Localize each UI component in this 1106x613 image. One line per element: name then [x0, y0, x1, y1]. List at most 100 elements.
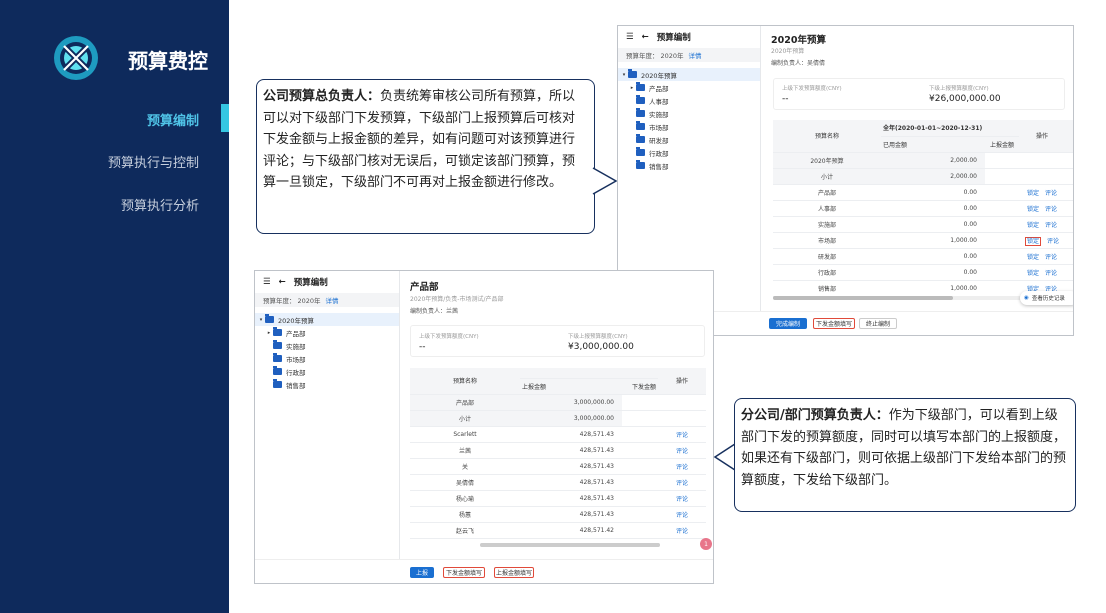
- row-overflow-cell: [1065, 232, 1073, 249]
- comment-link[interactable]: 评论: [676, 528, 688, 535]
- nav-item-budget-control[interactable]: 预算执行与控制: [108, 152, 199, 171]
- lock-link[interactable]: 锁定: [1024, 236, 1041, 246]
- caret-down-icon[interactable]: ▾: [257, 317, 265, 323]
- comment-link[interactable]: 评论: [1047, 238, 1059, 245]
- tree-item-label: 销售部: [286, 381, 306, 390]
- callout-top-pointer: [592, 167, 618, 195]
- row-name: 行政部: [773, 264, 881, 281]
- tree-item-label: 市场部: [286, 355, 306, 364]
- department-tree: ▾ 2020年预算 ▸ 产品部人事部实施部 市场部研发部 行政部 销售部: [618, 62, 760, 172]
- detail-link[interactable]: 详情: [689, 50, 702, 60]
- table-row: 市场部 1,000.00 锁定 评论: [773, 232, 1073, 249]
- tree-item[interactable]: 市场部: [255, 352, 399, 365]
- screenshot-department-budget: ☰ ← 预算编制 预算年度： 2020年 详情 ▾ 2020年预算 ▸ 产品部 实施部 市场部 行政…: [254, 270, 714, 584]
- comment-link[interactable]: 评论: [1045, 190, 1057, 197]
- folder-icon: [273, 353, 282, 362]
- row-amount: 1,000.00: [881, 280, 985, 297]
- report-button[interactable]: 上报: [410, 567, 434, 578]
- lock-link[interactable]: 锁定: [1027, 206, 1039, 213]
- row-amount: 0.00: [881, 184, 985, 201]
- owner-line: 编制负责人：兰茜: [410, 306, 458, 315]
- row-empty-cell[interactable]: [622, 506, 658, 523]
- lock-link[interactable]: 锁定: [1027, 222, 1039, 229]
- finish-button[interactable]: 完成编制: [769, 318, 807, 329]
- back-arrow-icon[interactable]: ←: [279, 277, 286, 287]
- tree-item[interactable]: 市场部: [618, 120, 760, 133]
- comment-link[interactable]: 评论: [1045, 254, 1057, 261]
- table-scrollbar[interactable]: [480, 543, 660, 547]
- tree-item-label: 实施部: [286, 342, 306, 351]
- comment-link[interactable]: 评论: [676, 512, 688, 519]
- comment-link[interactable]: 评论: [676, 464, 688, 471]
- tree-item[interactable]: ▸ 产品部: [618, 81, 760, 94]
- comment-link[interactable]: 评论: [676, 496, 688, 503]
- caret-right-icon[interactable]: ▸: [628, 85, 636, 91]
- tree-item-label: 实施部: [649, 110, 669, 119]
- row-empty-cell[interactable]: [622, 490, 658, 507]
- nav-item-budget-compile[interactable]: 预算编制: [147, 110, 199, 129]
- tree-item[interactable]: 实施部: [618, 107, 760, 120]
- caret-down-icon[interactable]: ▾: [620, 72, 628, 78]
- comment-link[interactable]: 评论: [676, 480, 688, 487]
- lock-link[interactable]: 锁定: [1027, 254, 1039, 261]
- reported-label: 下级上报预算额度(CNY): [568, 334, 628, 340]
- comment-link[interactable]: 评论: [1045, 270, 1057, 277]
- row-overflow-cell: [1065, 152, 1073, 169]
- back-arrow-icon[interactable]: ←: [642, 32, 649, 42]
- nav-item-budget-analysis[interactable]: 预算执行分析: [121, 195, 199, 214]
- row-empty-cell[interactable]: [622, 394, 658, 411]
- row-actions: 锁定 评论: [1019, 248, 1065, 265]
- send-amount-button[interactable]: 下发金额填写: [443, 567, 485, 578]
- tree-item[interactable]: 销售部: [255, 378, 399, 391]
- row-actions: 评论: [658, 442, 706, 459]
- callout-top-body: 负责统筹审核公司所有预算，所以可以对下级部门下发预算，下级部门上报预算后可核对下…: [263, 89, 576, 190]
- tree-item[interactable]: ▾ 2020年预算: [255, 313, 399, 326]
- row-actions: 锁定 评论: [1019, 216, 1065, 233]
- tree-item[interactable]: ▸ 产品部: [255, 326, 399, 339]
- send-amount-button[interactable]: 下发金额填写: [813, 318, 855, 329]
- comment-link[interactable]: 评论: [1045, 206, 1057, 213]
- row-empty-cell[interactable]: [622, 410, 658, 427]
- tree-item-label: 研发部: [649, 136, 669, 145]
- folder-icon: [273, 327, 282, 336]
- row-empty-cell[interactable]: [622, 458, 658, 475]
- tree-item[interactable]: 行政部: [618, 146, 760, 159]
- comment-link[interactable]: 评论: [676, 432, 688, 439]
- history-button[interactable]: ◉ 查看历史记录: [1020, 291, 1073, 305]
- reported-label: 下级上报预算额度(CNY): [929, 86, 989, 92]
- row-name: 小计: [773, 168, 881, 185]
- comment-link[interactable]: 评论: [1045, 222, 1057, 229]
- department-tree: ▾ 2020年预算 ▸ 产品部实施部市场部 行政部销售部: [255, 307, 399, 391]
- stop-button[interactable]: 终止编制: [859, 318, 897, 329]
- row-actions: 评论: [658, 522, 706, 539]
- tree-item[interactable]: ▾ 2020年预算: [618, 68, 760, 81]
- detail-link[interactable]: 详情: [326, 295, 339, 305]
- caret-right-icon[interactable]: ▸: [265, 330, 273, 336]
- comment-badge[interactable]: 1: [700, 538, 712, 550]
- row-empty-cell[interactable]: [622, 474, 658, 491]
- tree-item[interactable]: 研发部: [618, 133, 760, 146]
- comment-link[interactable]: 评论: [676, 448, 688, 455]
- tree-item[interactable]: 人事部: [618, 94, 760, 107]
- row-amount: 3,000,000.00: [520, 394, 622, 411]
- year-value: 2020年: [297, 297, 321, 305]
- tree-item[interactable]: 销售部: [618, 159, 760, 172]
- row-overflow-cell: [1065, 168, 1073, 185]
- row-name: 实施部: [773, 216, 881, 233]
- menu-icon[interactable]: ☰: [263, 277, 271, 287]
- row-empty-cell[interactable]: [622, 442, 658, 459]
- row-empty-cell[interactable]: [622, 426, 658, 443]
- menu-icon[interactable]: ☰: [626, 32, 634, 42]
- folder-icon: [628, 69, 637, 78]
- tree-item-label: 人事部: [649, 97, 669, 106]
- lock-link[interactable]: 锁定: [1027, 270, 1039, 277]
- folder-icon: [636, 108, 645, 117]
- table-row: 小计 3,000,000.00: [410, 410, 706, 427]
- folder-icon: [636, 95, 645, 104]
- lock-link[interactable]: 锁定: [1027, 190, 1039, 197]
- report-amount-button[interactable]: 上报金额填写: [494, 567, 534, 578]
- row-amount: 0.00: [881, 264, 985, 281]
- tree-item[interactable]: 实施部: [255, 339, 399, 352]
- tree-item[interactable]: 行政部: [255, 365, 399, 378]
- row-empty-cell[interactable]: [622, 522, 658, 539]
